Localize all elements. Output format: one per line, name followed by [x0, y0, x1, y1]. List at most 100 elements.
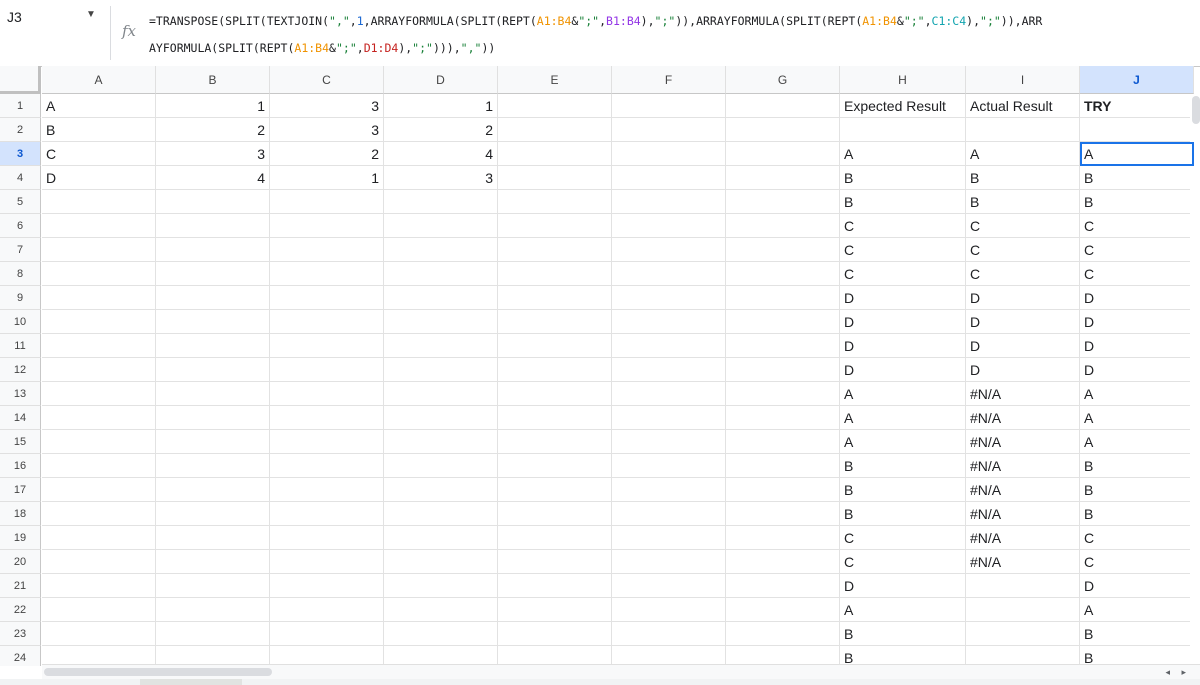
cell-c17[interactable]	[270, 478, 384, 502]
cell-j23[interactable]: B	[1080, 622, 1194, 646]
cell-i18[interactable]: #N/A	[966, 502, 1080, 526]
cell-e3[interactable]	[498, 142, 612, 166]
cell-j16[interactable]: B	[1080, 454, 1194, 478]
cell-e4[interactable]	[498, 166, 612, 190]
row-header-13[interactable]: 13	[0, 382, 41, 406]
cell-h1[interactable]: Expected Result	[840, 94, 966, 118]
cell-a13[interactable]	[42, 382, 156, 406]
cell-d24[interactable]	[384, 646, 498, 666]
cell-i2[interactable]	[966, 118, 1080, 142]
cell-d14[interactable]	[384, 406, 498, 430]
cell-c21[interactable]	[270, 574, 384, 598]
cell-h5[interactable]: B	[840, 190, 966, 214]
scroll-right-icon[interactable]: ▸	[1181, 665, 1186, 679]
spreadsheet-grid[interactable]: A B C D E F G H I J 1 A 1 3 1 Expected Result Actual Res…	[0, 66, 1200, 666]
cell-a3[interactable]: C	[42, 142, 156, 166]
vertical-scrollbar[interactable]	[1190, 94, 1200, 664]
cell-f7[interactable]	[612, 238, 726, 262]
cell-i17[interactable]: #N/A	[966, 478, 1080, 502]
cell-b11[interactable]	[156, 334, 270, 358]
cell-c1[interactable]: 3	[270, 94, 384, 118]
cell-d9[interactable]	[384, 286, 498, 310]
cell-h3[interactable]: A	[840, 142, 966, 166]
column-header-e[interactable]: E	[498, 66, 612, 94]
cell-d10[interactable]	[384, 310, 498, 334]
cell-j4[interactable]: B	[1080, 166, 1194, 190]
cell-g17[interactable]	[726, 478, 840, 502]
cell-e21[interactable]	[498, 574, 612, 598]
name-box[interactable]: J3 ▼	[0, 0, 110, 36]
cell-d17[interactable]	[384, 478, 498, 502]
cell-b13[interactable]	[156, 382, 270, 406]
cell-f21[interactable]	[612, 574, 726, 598]
cell-j7[interactable]: C	[1080, 238, 1194, 262]
cell-j1[interactable]: TRY	[1080, 94, 1194, 118]
cell-a10[interactable]	[42, 310, 156, 334]
cell-e18[interactable]	[498, 502, 612, 526]
cell-b16[interactable]	[156, 454, 270, 478]
vertical-scroll-thumb[interactable]	[1192, 96, 1200, 124]
formula-input[interactable]: =TRANSPOSE(SPLIT(TEXTJOIN(",",1,ARRAYFOR…	[149, 8, 1199, 62]
cell-b6[interactable]	[156, 214, 270, 238]
cell-g23[interactable]	[726, 622, 840, 646]
cell-i23[interactable]	[966, 622, 1080, 646]
row-header-9[interactable]: 9	[0, 286, 41, 310]
cell-g21[interactable]	[726, 574, 840, 598]
cell-h2[interactable]	[840, 118, 966, 142]
cell-d18[interactable]	[384, 502, 498, 526]
cell-e22[interactable]	[498, 598, 612, 622]
cell-e20[interactable]	[498, 550, 612, 574]
cell-c20[interactable]	[270, 550, 384, 574]
cell-d22[interactable]	[384, 598, 498, 622]
cell-h19[interactable]: C	[840, 526, 966, 550]
column-header-c[interactable]: C	[270, 66, 384, 94]
cell-i13[interactable]: #N/A	[966, 382, 1080, 406]
cell-d11[interactable]	[384, 334, 498, 358]
cell-d21[interactable]	[384, 574, 498, 598]
cell-a5[interactable]	[42, 190, 156, 214]
name-box-dropdown-icon[interactable]: ▼	[86, 9, 96, 20]
cell-b8[interactable]	[156, 262, 270, 286]
cell-f17[interactable]	[612, 478, 726, 502]
cell-a24[interactable]	[42, 646, 156, 666]
cell-j18[interactable]: B	[1080, 502, 1194, 526]
cell-c5[interactable]	[270, 190, 384, 214]
name-box-ref[interactable]: J3	[7, 9, 22, 25]
cell-g9[interactable]	[726, 286, 840, 310]
cell-f2[interactable]	[612, 118, 726, 142]
cell-j22[interactable]: A	[1080, 598, 1194, 622]
cell-a1[interactable]: A	[42, 94, 156, 118]
cell-d20[interactable]	[384, 550, 498, 574]
column-header-b[interactable]: B	[156, 66, 270, 94]
cell-g11[interactable]	[726, 334, 840, 358]
cell-a9[interactable]	[42, 286, 156, 310]
cell-g1[interactable]	[726, 94, 840, 118]
cell-e8[interactable]	[498, 262, 612, 286]
cell-f13[interactable]	[612, 382, 726, 406]
cell-h8[interactable]: C	[840, 262, 966, 286]
cell-c3[interactable]: 2	[270, 142, 384, 166]
cell-b20[interactable]	[156, 550, 270, 574]
cell-e11[interactable]	[498, 334, 612, 358]
cell-a17[interactable]	[42, 478, 156, 502]
cell-e13[interactable]	[498, 382, 612, 406]
row-header-15[interactable]: 15	[0, 430, 41, 454]
cell-f9[interactable]	[612, 286, 726, 310]
cell-b18[interactable]	[156, 502, 270, 526]
cell-a15[interactable]	[42, 430, 156, 454]
select-all-corner[interactable]	[0, 66, 41, 94]
column-header-f[interactable]: F	[612, 66, 726, 94]
cell-e1[interactable]	[498, 94, 612, 118]
cell-g24[interactable]	[726, 646, 840, 666]
cell-g15[interactable]	[726, 430, 840, 454]
cell-i5[interactable]: B	[966, 190, 1080, 214]
cell-h18[interactable]: B	[840, 502, 966, 526]
cell-j12[interactable]: D	[1080, 358, 1194, 382]
cell-e5[interactable]	[498, 190, 612, 214]
cell-d3[interactable]: 4	[384, 142, 498, 166]
cell-d6[interactable]	[384, 214, 498, 238]
cell-b3[interactable]: 3	[156, 142, 270, 166]
cell-j13[interactable]: A	[1080, 382, 1194, 406]
row-header-4[interactable]: 4	[0, 166, 41, 190]
cell-c11[interactable]	[270, 334, 384, 358]
